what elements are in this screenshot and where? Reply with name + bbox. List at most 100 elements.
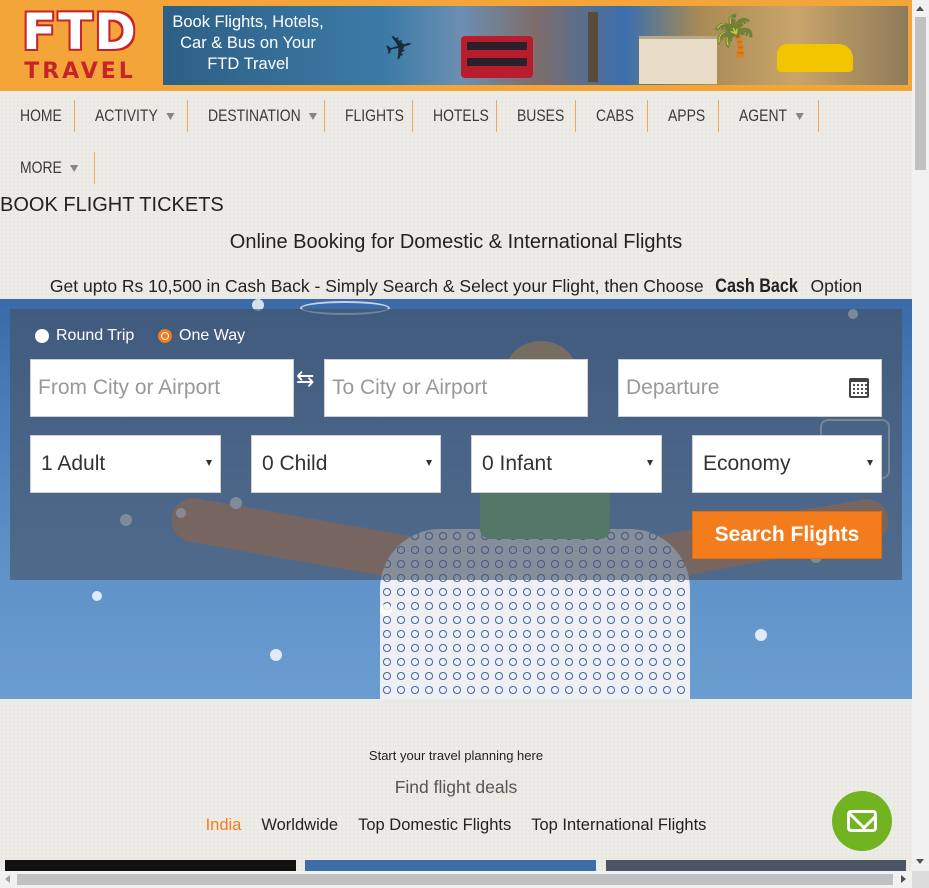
nav-home[interactable]: HOME — [20, 91, 62, 141]
departure-placeholder: Departure — [626, 376, 720, 399]
deal-card[interactable] — [606, 860, 906, 871]
cashback-text: Get upto Rs 10,500 in Cash Back - Simply… — [49, 276, 709, 296]
cashback-highlight: Cash Back — [715, 276, 799, 297]
children-select[interactable]: 0 Child — [251, 435, 441, 493]
nav-divider — [74, 100, 75, 132]
page-subtitle: Online Booking for Domestic & Internatio… — [229, 231, 683, 253]
nav-label: CABS — [596, 106, 634, 125]
trip-round-trip[interactable]: Round Trip — [35, 327, 134, 345]
snow-dot — [380, 604, 392, 616]
dropdown-arrow-icon — [867, 460, 873, 466]
dropdown-arrow-icon — [647, 460, 653, 466]
tab-top-domestic[interactable]: Top Domestic Flights — [348, 816, 521, 835]
infants-value: 0 Infant — [482, 452, 553, 475]
nav-label: APPS — [668, 106, 706, 125]
radio-button[interactable] — [35, 329, 49, 343]
deals-heading: Find flight deals — [394, 777, 518, 797]
nav-label: AGENT — [739, 106, 788, 125]
scroll-left-icon[interactable] — [5, 875, 10, 883]
nav-more[interactable]: MORE — [20, 143, 79, 193]
palm-tree-icon: 🌴 — [709, 14, 759, 58]
caret-down-icon — [308, 112, 318, 120]
banner-tagline: Book Flights, Hotels, Car & Bus on Your … — [172, 13, 324, 73]
infants-select[interactable]: 0 Infant — [471, 435, 662, 493]
nav-label: BUSES — [517, 106, 565, 125]
deal-card[interactable] — [5, 860, 296, 871]
logo-wordmark: FTD — [22, 3, 138, 61]
cabin-class-value: Economy — [703, 452, 791, 475]
nav-divider — [647, 100, 648, 132]
cashback-banner: Get upto Rs 10,500 in Cash Back - Simply… — [0, 276, 912, 298]
caret-down-icon — [70, 164, 79, 172]
nav-divider — [187, 100, 188, 132]
radio-label: One Way — [179, 327, 246, 344]
dropdown-arrow-icon — [206, 460, 212, 466]
nav-buses[interactable]: BUSES — [517, 91, 564, 141]
radio-label: Round Trip — [56, 327, 135, 344]
departure-date-input[interactable]: Departure — [618, 359, 882, 417]
scroll-down-icon[interactable] — [916, 859, 924, 864]
nav-label: HOME — [20, 106, 62, 125]
nav-cabs[interactable]: CABS — [596, 91, 634, 141]
site-header: FTD TRAVEL Book Flights, Hotels, Car & B… — [0, 0, 912, 91]
adults-select[interactable]: 1 Adult — [30, 435, 221, 493]
deal-card[interactable] — [305, 860, 596, 871]
nav-label: MORE — [20, 158, 62, 177]
nav-label: DESTINATION — [208, 106, 301, 125]
nav-agent[interactable]: AGENT — [739, 91, 804, 141]
to-placeholder: To City or Airport — [332, 376, 488, 399]
taxi-image — [777, 44, 853, 72]
nav-label: ACTIVITY — [95, 106, 158, 125]
scroll-up-icon[interactable] — [916, 6, 924, 11]
to-city-input[interactable]: To City or Airport — [324, 359, 588, 417]
nav-activity[interactable]: ACTIVITY — [95, 91, 175, 141]
nav-divider — [324, 100, 325, 132]
tab-worldwide[interactable]: Worldwide — [251, 816, 348, 835]
airplane-icon: ✈ — [380, 25, 418, 71]
cashback-text-end: Option — [805, 276, 863, 296]
nav-apps[interactable]: APPS — [668, 91, 705, 141]
ftd-travel-logo[interactable]: FTD TRAVEL — [4, 3, 156, 84]
vertical-scrollbar[interactable] — [912, 0, 929, 871]
scroll-right-icon[interactable] — [901, 875, 906, 883]
scrollbar-thumb[interactable] — [17, 874, 893, 885]
search-flights-button[interactable]: Search Flights — [692, 511, 882, 559]
swap-icon[interactable]: ⇆ — [296, 366, 314, 392]
nav-hotels[interactable]: HOTELS — [433, 91, 489, 141]
nav-label: HOTELS — [433, 106, 489, 125]
deals-tabs: India Worldwide Top Domestic Flights Top… — [0, 816, 912, 835]
nav-divider — [412, 100, 413, 132]
nav-divider — [94, 152, 95, 184]
children-value: 0 Child — [262, 452, 328, 475]
cabin-class-select[interactable]: Economy — [692, 435, 882, 493]
header-banner[interactable]: Book Flights, Hotels, Car & Bus on Your … — [163, 6, 908, 85]
nav-destination[interactable]: DESTINATION — [208, 91, 318, 141]
page-viewport: FTD TRAVEL Book Flights, Hotels, Car & B… — [0, 0, 912, 871]
nav-flights[interactable]: FLIGHTS — [345, 91, 404, 141]
trip-one-way[interactable]: One Way — [158, 327, 245, 345]
clock-tower-image — [588, 12, 598, 82]
tab-top-international[interactable]: Top International Flights — [521, 816, 716, 835]
nav-divider — [718, 100, 719, 132]
horizontal-scrollbar[interactable] — [0, 871, 912, 888]
calendar-icon[interactable] — [849, 378, 869, 398]
caret-down-icon — [795, 112, 804, 120]
nav-divider — [818, 100, 819, 132]
caret-down-icon — [165, 112, 175, 120]
flight-search-form: Round Trip One Way From City or Airport … — [10, 309, 902, 580]
dropdown-arrow-icon — [426, 460, 432, 466]
nav-divider — [575, 100, 576, 132]
from-city-input[interactable]: From City or Airport — [30, 359, 294, 417]
tab-india[interactable]: India — [196, 816, 252, 835]
scrollbar-thumb[interactable] — [915, 17, 926, 170]
radio-button-selected[interactable] — [158, 329, 172, 343]
mail-icon — [847, 810, 877, 832]
hotel-image — [639, 36, 717, 84]
bus-image — [461, 36, 533, 78]
nav-divider — [496, 100, 497, 132]
adults-value: 1 Adult — [41, 452, 106, 475]
chat-button[interactable] — [832, 791, 892, 851]
page-title: BOOK FLIGHT TICKETS — [0, 194, 224, 216]
from-placeholder: From City or Airport — [38, 376, 221, 399]
snow-dot — [755, 629, 767, 641]
